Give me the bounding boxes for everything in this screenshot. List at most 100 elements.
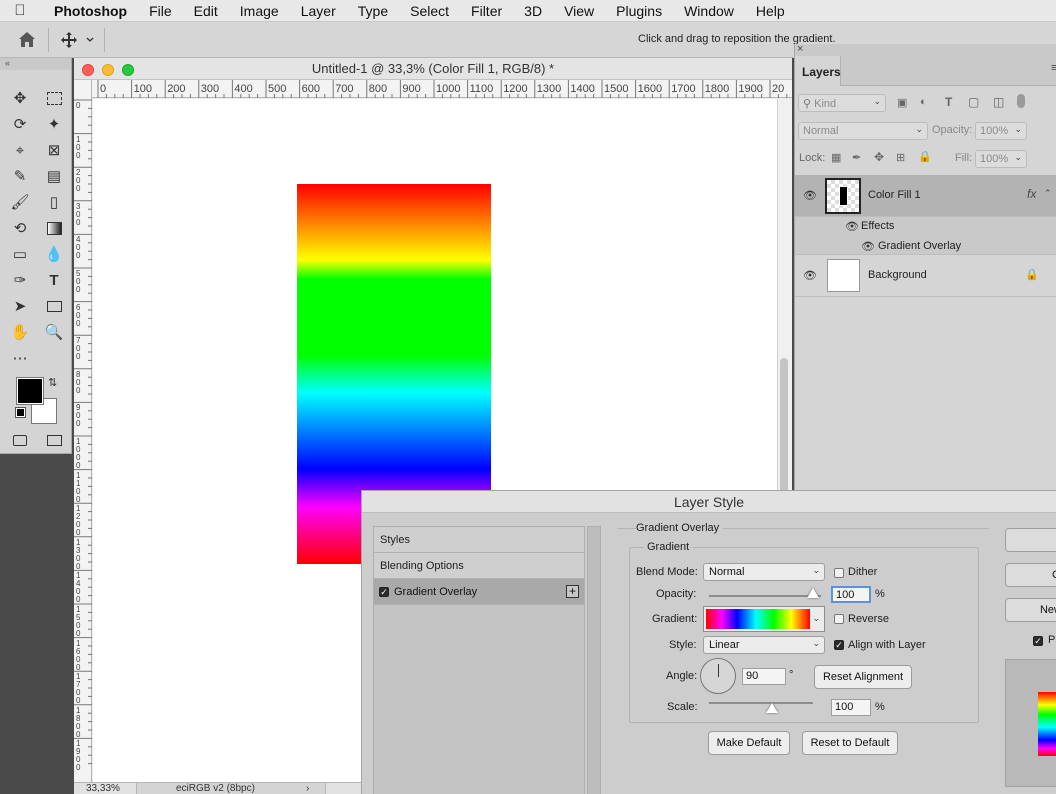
reverse-checkbox[interactable] <box>834 614 844 624</box>
menu-help[interactable]: Help <box>745 0 796 22</box>
lock-position-icon[interactable]: ✥ <box>874 150 884 164</box>
scale-input[interactable]: 100 <box>831 699 871 716</box>
hand-tool-icon[interactable]: ✋ <box>6 320 34 344</box>
gradient-picker[interactable]: ⌄ <box>703 606 825 632</box>
menu-type[interactable]: Type <box>347 0 399 22</box>
kind-filter-select[interactable]: ⚲ Kind ⌄ <box>798 94 886 112</box>
magic-wand-icon[interactable]: ✦ <box>40 112 68 136</box>
angle-dial[interactable] <box>700 658 736 694</box>
scale-slider-thumb[interactable] <box>766 703 778 713</box>
tab-layers[interactable]: Layers <box>795 56 841 86</box>
angle-input[interactable]: 90 <box>742 668 786 685</box>
lock-transparent-icon[interactable]: ▦ <box>831 151 841 164</box>
fill-field[interactable]: 100% ⌄ <box>975 150 1027 168</box>
eyedropper-icon[interactable]: ✎ <box>6 164 34 188</box>
horizontal-ruler[interactable]: 0 100 200 300 400 500 600 700 800 900 1000 1100 1200… <box>92 80 792 98</box>
layer-name[interactable]: Color Fill 1 <box>868 189 921 201</box>
gradient-tool-icon[interactable] <box>40 216 68 240</box>
zoom-window-icon[interactable] <box>122 64 134 76</box>
stamp-tool-icon[interactable]: ▯ <box>40 190 68 214</box>
menu-plugins[interactable]: Plugins <box>605 0 673 22</box>
vertical-ruler[interactable]: 0 100 200 300 400 500 600 700 800 900 1000 1100 1200… <box>74 80 92 782</box>
dither-checkbox[interactable] <box>834 568 844 578</box>
menu-layer[interactable]: Layer <box>290 0 347 22</box>
status-chevron-icon[interactable]: › <box>306 783 309 794</box>
eraser-tool-icon[interactable]: ▭ <box>6 242 34 266</box>
apple-icon[interactable]:  <box>0 2 40 19</box>
styles-list-item-styles[interactable]: Styles <box>374 527 584 553</box>
scale-slider-track[interactable] <box>709 702 813 704</box>
shape-filter-icon[interactable]: ▢ <box>968 95 979 109</box>
default-colors-icon[interactable] <box>15 407 26 418</box>
blur-tool-icon[interactable]: 💧 <box>40 242 68 266</box>
visibility-eye-icon[interactable]: 👁 <box>803 269 817 282</box>
lock-artboard-icon[interactable]: ⊞ <box>896 151 905 164</box>
add-effect-plus-icon[interactable]: + <box>566 585 579 598</box>
styles-list-scroll-strip[interactable] <box>587 526 601 794</box>
new-style-button[interactable]: New <box>1005 598 1056 622</box>
more-tools-icon[interactable]: ⋯ <box>6 346 34 370</box>
layer-effects-row[interactable]: 👁 Effects <box>795 217 1056 236</box>
style-dropdown[interactable]: Linear ⌄ <box>703 636 825 654</box>
move-tool-preset-icon[interactable] <box>60 31 96 49</box>
move-tool-icon[interactable]: ✥ <box>6 86 34 110</box>
preview-checkbox[interactable]: ✓ <box>1033 636 1043 646</box>
home-icon[interactable] <box>18 31 36 48</box>
panel-menu-icon[interactable]: ≡ <box>1051 62 1056 74</box>
visibility-eye-icon[interactable]: 👁 <box>845 220 859 233</box>
zoom-level[interactable]: 33,33% <box>86 783 120 794</box>
gradient-preview[interactable] <box>706 609 810 629</box>
type-tool-icon[interactable]: T <box>40 268 68 292</box>
quick-mask-icon[interactable] <box>6 428 34 452</box>
type-filter-icon[interactable]: T <box>945 95 952 109</box>
menu-file[interactable]: File <box>138 0 183 22</box>
lock-pixels-icon[interactable]: ✒ <box>852 151 861 164</box>
marquee-tool-icon[interactable] <box>40 86 68 110</box>
tools-collapse-handle[interactable]: « <box>0 58 71 70</box>
opacity-slider-thumb[interactable] <box>807 588 819 598</box>
menu-edit[interactable]: Edit <box>183 0 229 22</box>
blend-mode-dropdown[interactable]: Normal ⌄ <box>703 563 825 581</box>
filter-toggle-icon[interactable] <box>1017 94 1025 108</box>
history-brush-icon[interactable]: ⟲ <box>6 216 34 240</box>
reset-to-default-button[interactable]: Reset to Default <box>802 731 898 755</box>
ok-button[interactable] <box>1005 528 1056 552</box>
lock-all-icon[interactable]: 🔒 <box>918 150 932 163</box>
opacity-field[interactable]: 100% ⌄ <box>975 122 1027 140</box>
frame-tool-icon[interactable]: ⊠ <box>40 138 68 162</box>
opacity-slider-track[interactable] <box>709 595 821 597</box>
gradient-overlay-checkbox[interactable]: ✓ <box>379 587 389 597</box>
blend-mode-select[interactable]: Normal ⌄ <box>798 122 928 140</box>
menu-view[interactable]: View <box>553 0 605 22</box>
rectangle-tool-icon[interactable] <box>40 294 68 318</box>
close-window-icon[interactable] <box>82 64 94 76</box>
pixel-filter-icon[interactable]: ▣ <box>897 96 907 109</box>
layer-row-color-fill[interactable]: 👁 Color Fill 1 fx ⌃ <box>795 175 1056 217</box>
align-with-layer-checkbox[interactable]: ✓ <box>834 640 844 650</box>
menu-select[interactable]: Select <box>399 0 460 22</box>
lasso-tool-icon[interactable]: ⟳ <box>6 112 34 136</box>
styles-list-item-gradient-overlay[interactable]: ✓ Gradient Overlay + <box>374 579 584 605</box>
reset-alignment-button[interactable]: Reset Alignment <box>814 665 912 689</box>
opacity-input[interactable]: 100 <box>831 586 871 603</box>
cancel-button[interactable]: C <box>1005 563 1056 587</box>
chevron-down-icon[interactable]: ⌄ <box>812 613 820 624</box>
make-default-button[interactable]: Make Default <box>708 731 790 755</box>
path-selection-icon[interactable]: ➤ <box>6 294 34 318</box>
close-panel-icon[interactable]: × <box>797 43 803 55</box>
pen-tool-icon[interactable]: ✑ <box>6 268 34 292</box>
brush-tool-icon[interactable]: 🖌 <box>6 190 34 214</box>
smart-object-filter-icon[interactable]: ◫ <box>993 95 1004 109</box>
layer-row-background[interactable]: 👁 Background 🔒 <box>795 255 1056 297</box>
healing-brush-icon[interactable]: ▤ <box>40 164 68 188</box>
visibility-eye-icon[interactable]: 👁 <box>861 240 875 253</box>
swap-colors-icon[interactable]: ⇅ <box>48 376 57 389</box>
foreground-color-swatch[interactable] <box>16 377 44 405</box>
styles-list-item-blending-options[interactable]: Blending Options <box>374 553 584 579</box>
visibility-eye-icon[interactable]: 👁 <box>803 189 817 202</box>
chevron-up-icon[interactable]: ⌃ <box>1044 188 1052 199</box>
menu-filter[interactable]: Filter <box>460 0 513 22</box>
menu-app-name[interactable]: Photoshop <box>40 0 138 22</box>
layer-name[interactable]: Background <box>868 269 927 281</box>
menu-3d[interactable]: 3D <box>513 0 553 22</box>
